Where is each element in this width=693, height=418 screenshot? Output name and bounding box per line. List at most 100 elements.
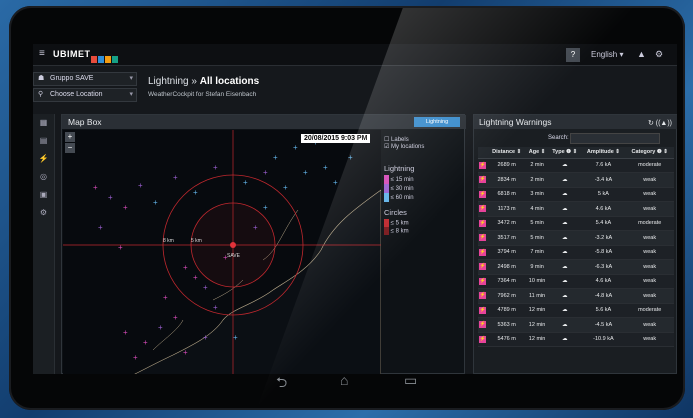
reports-icon[interactable]: ▤ <box>33 132 54 150</box>
flash-icon: ⚡ <box>478 158 488 173</box>
settings-icon[interactable]: ⚙ <box>655 49 663 60</box>
lightning-flag-icon: ⚡ <box>479 277 487 285</box>
warnings-header: Lightning Warnings ↻ ((▲)) <box>474 115 677 129</box>
column-header-amplitude[interactable]: Amplitude ⇕ <box>581 147 626 159</box>
flash-icon: ⚡ <box>478 303 488 318</box>
calendar-icon[interactable]: ▣ <box>33 186 54 204</box>
category-cell: weak <box>625 332 674 347</box>
category-cell: weak <box>625 317 674 333</box>
table-row[interactable]: ⚡ 5363 m 12 min ☁ -4.5 kA weak <box>478 317 674 333</box>
logo-blocks <box>91 50 119 68</box>
zoom-in-button[interactable]: + <box>65 132 75 142</box>
cloud-lightning-icon: ☁ <box>548 288 582 304</box>
menu-icon[interactable]: ≡ <box>39 48 45 59</box>
column-header-age[interactable]: Age ⇕ <box>526 147 549 159</box>
strike-marker: + <box>223 253 228 262</box>
timestamp: 20/08/2015 9:03 PM <box>301 134 371 143</box>
lightning-map[interactable]: SAVE 5 km 8 km + + + + + + + + + + + + + + + + + + + + + + + + +… <box>63 130 381 374</box>
strike-marker: + <box>348 153 353 162</box>
category-cell: weak <box>625 230 674 246</box>
age-cell: 7 min <box>526 245 549 260</box>
amplitude-cell: -4.8 kA <box>581 288 626 304</box>
home-nav-icon[interactable]: ⌂ <box>340 372 348 388</box>
target-icon[interactable]: ◎ <box>33 168 54 186</box>
table-row[interactable]: ⚡ 3517 m5 min ☁ -3.2 kA weak <box>478 230 674 246</box>
legend-swatch <box>384 227 389 235</box>
location-select-label: Choose Location <box>50 91 103 98</box>
location-select[interactable]: ⚲ Choose Location ▾ <box>33 88 137 102</box>
legend-item-15: ≤ 15 min <box>384 175 454 184</box>
zoom-controls: + − <box>65 132 75 153</box>
help-button[interactable]: ? <box>566 48 580 62</box>
strike-marker: + <box>173 313 178 322</box>
category-cell: moderate <box>625 216 674 231</box>
group-select[interactable]: ☗ Gruppo SAVE ▾ <box>33 72 137 86</box>
strike-marker: + <box>123 328 128 337</box>
table-row[interactable]: ⚡ 2689 m2 min ☁ 7.6 kA moderate <box>478 158 674 173</box>
cloud-lightning-icon: ☁ <box>548 332 582 347</box>
amplitude-cell: 5.6 kA <box>581 303 626 318</box>
table-row[interactable]: ⚡ 2498 m9 min ☁ -6.3 kA weak <box>478 259 674 275</box>
lightning-toggle-button[interactable]: Lightning <box>414 117 460 127</box>
flash-icon: ⚡ <box>478 201 488 217</box>
chevron-down-icon: ▾ <box>129 75 133 82</box>
distance-cell: 2498 m <box>487 259 527 275</box>
legend-item-30: ≤ 30 min <box>384 184 454 193</box>
column-header-category[interactable]: Category ❶ ⇕ <box>625 147 674 159</box>
pin-icon: ⚲ <box>38 91 44 98</box>
strike-marker: + <box>213 303 218 312</box>
language-select[interactable]: English ▾ <box>591 50 623 59</box>
category-cell: weak <box>625 288 674 304</box>
search-input[interactable] <box>570 133 660 144</box>
cloud-lightning-icon: ☁ <box>548 274 582 289</box>
warnings-title: Lightning Warnings <box>479 117 552 127</box>
strike-marker: + <box>303 168 308 177</box>
lightning-warnings-panel: Lightning Warnings ↻ ((▲)) Search: Dista… <box>473 114 677 374</box>
strike-marker: + <box>233 333 238 342</box>
alert-icon[interactable]: ▲ <box>637 49 646 59</box>
age-cell: 12 min <box>526 317 549 333</box>
distance-cell: 1173 m <box>487 201 527 217</box>
age-cell: 10 min <box>526 274 549 289</box>
strike-marker: + <box>273 153 278 162</box>
table-row[interactable]: ⚡ 1173 m4 min ☁ 4.6 kA weak <box>478 201 674 217</box>
column-header-flag <box>478 147 488 159</box>
category-cell: moderate <box>625 158 674 173</box>
lightning-flag-icon: ⚡ <box>479 234 487 242</box>
dashboard-icon[interactable]: ▦ <box>33 114 54 132</box>
table-row[interactable]: ⚡ 2834 m2 min ☁ -3.4 kA weak <box>478 172 674 188</box>
table-row[interactable]: ⚡ 6818 m3 min ☁ 5 kA weak <box>478 187 674 202</box>
table-row[interactable]: ⚡ 5476 m 12 min ☁ -10.9 kA weak <box>478 332 674 347</box>
age-cell: 11 min <box>526 288 549 304</box>
strike-marker: + <box>193 188 198 197</box>
flash-icon: ⚡ <box>478 332 488 347</box>
back-nav-icon[interactable]: ⮌ <box>276 372 287 396</box>
table-row[interactable]: ⚡ 7962 m 11 min ☁ -4.8 kA weak <box>478 288 674 304</box>
recent-apps-icon[interactable]: ▭ <box>404 372 417 389</box>
labels-checkbox[interactable]: ☐ Labels <box>384 136 454 143</box>
map-box: Map Box Lightning SAVE 5 km 8 km + + + + + + +… <box>61 114 466 374</box>
table-row[interactable]: ⚡ 3472 m5 min ☁ 5.4 kA moderate <box>478 216 674 231</box>
site-marker[interactable] <box>230 242 236 248</box>
lightning-icon[interactable]: ⚡ <box>33 150 54 168</box>
mylocations-checkbox[interactable]: ☑ My locations <box>384 143 454 150</box>
legend-swatch <box>384 184 389 193</box>
refresh-alarm-icons[interactable]: ↻ ((▲)) <box>648 117 672 131</box>
amplitude-cell: -10.9 kA <box>581 332 626 347</box>
flash-icon: ⚡ <box>478 259 488 275</box>
zoom-out-button[interactable]: − <box>65 143 75 153</box>
settings-icon[interactable]: ⚙ <box>33 204 54 222</box>
column-header-type[interactable]: Type ❶ ⇕ <box>548 147 582 159</box>
warnings-table: Distance ⇕ Age ⇕ Type ❶ ⇕ Amplitude ⇕ Ca… <box>478 147 674 347</box>
legend-item-60: ≤ 60 min <box>384 193 454 202</box>
table-row[interactable]: ⚡ 3794 m7 min ☁ -5.8 kA weak <box>478 245 674 260</box>
lightning-flag-icon: ⚡ <box>479 248 487 256</box>
table-row[interactable]: ⚡ 7364 m 10 min ☁ 4.6 kA weak <box>478 274 674 289</box>
column-header-distance[interactable]: Distance ⇕ <box>487 147 527 159</box>
table-row[interactable]: ⚡ 4789 m 12 min ☁ 5.6 kA moderate <box>478 303 674 318</box>
strike-marker: + <box>183 348 188 357</box>
logo: UBIMET <box>53 49 91 59</box>
circle-item-8km: ≤ 8 km <box>384 227 454 235</box>
cloud-lightning-icon: ☁ <box>548 187 582 202</box>
amplitude-cell: -4.5 kA <box>581 317 626 333</box>
